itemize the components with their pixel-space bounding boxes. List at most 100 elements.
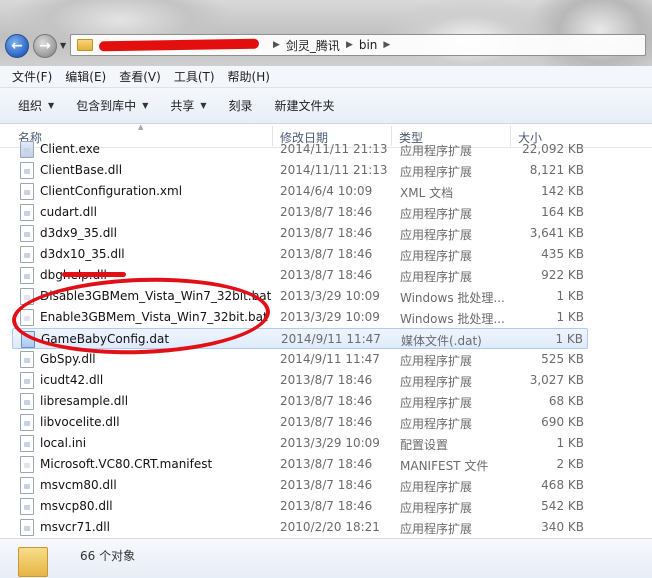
file-row[interactable]: GbSpy.dll 2014/9/11 11:47 应用程序扩展 525 KB xyxy=(12,349,588,370)
menu-help[interactable]: 帮助(H) xyxy=(228,68,270,85)
share-button[interactable]: 共享 ▼ xyxy=(170,97,206,114)
file-size: 525 KB xyxy=(541,352,584,366)
file-row[interactable]: d3dx10_35.dll 2013/8/7 18:46 应用程序扩展 435 … xyxy=(12,244,588,265)
file-size: 468 KB xyxy=(541,478,584,492)
menu-edit[interactable]: 编辑(E) xyxy=(65,68,106,85)
file-row[interactable]: local.ini 2013/3/29 10:09 配置设置 1 KB xyxy=(12,433,588,454)
file-size: 1 KB xyxy=(555,332,583,346)
file-name: Disable3GBMem_Vista_Win7_32bit.bat xyxy=(40,289,272,303)
file-row[interactable]: ClientConfiguration.xml 2014/6/4 10:09 X… xyxy=(12,181,588,202)
file-row[interactable]: Client.exe 2014/11/11 21:13 应用程序扩展 22,09… xyxy=(12,139,588,160)
red-scribble-mark xyxy=(62,272,126,277)
file-type: 应用程序扩展 xyxy=(400,522,473,536)
status-bar: 66 个对象 xyxy=(0,538,652,578)
file-type: Windows 批处理... xyxy=(400,291,505,305)
file-date: 2013/8/7 18:46 xyxy=(280,205,373,219)
file-size: 542 KB xyxy=(541,499,584,513)
file-row[interactable]: msvcp80.dll 2013/8/7 18:46 应用程序扩展 542 KB xyxy=(12,496,588,517)
new-folder-button[interactable]: 新建文件夹 xyxy=(275,97,335,114)
dll-file-icon xyxy=(20,477,34,494)
file-size: 435 KB xyxy=(541,247,584,261)
file-size: 8,121 KB xyxy=(529,163,584,177)
menu-bar: 文件(F) 编辑(E) 查看(V) 工具(T) 帮助(H) xyxy=(0,66,652,88)
file-date: 2014/9/11 11:47 xyxy=(281,332,381,346)
breadcrumb-item[interactable]: 剑灵_腾讯 xyxy=(286,37,340,54)
file-date: 2014/9/11 11:47 xyxy=(280,352,380,366)
file-size: 922 KB xyxy=(541,268,584,282)
breadcrumb-item[interactable]: bin xyxy=(359,38,378,52)
redacted-path xyxy=(98,38,260,52)
menu-file[interactable]: 文件(F) xyxy=(12,68,52,85)
include-in-library-button[interactable]: 包含到库中 ▼ xyxy=(76,97,148,114)
file-row[interactable]: msvcr71.dll 2010/2/20 18:21 应用程序扩展 340 K… xyxy=(12,517,588,538)
command-bar: 组织 ▼ 包含到库中 ▼ 共享 ▼ 刻录 新建文件夹 xyxy=(0,88,652,124)
recent-pages-dropdown-icon[interactable]: ▼ xyxy=(60,41,66,50)
file-date: 2013/3/29 10:09 xyxy=(280,289,380,303)
file-name: cudart.dll xyxy=(40,205,97,219)
back-button[interactable]: ← xyxy=(5,34,29,58)
file-date: 2013/3/29 10:09 xyxy=(280,436,380,450)
file-date: 2013/3/29 10:09 xyxy=(280,310,380,324)
media-file-icon xyxy=(21,331,35,348)
dll-file-icon xyxy=(20,246,34,263)
file-size: 690 KB xyxy=(541,415,584,429)
menu-tools[interactable]: 工具(T) xyxy=(174,68,215,85)
batch-file-icon xyxy=(20,288,34,305)
executable-file-icon xyxy=(20,141,34,158)
file-type: 配置设置 xyxy=(400,438,449,452)
file-name: GameBabyConfig.dat xyxy=(41,332,170,346)
chevron-down-icon: ▼ xyxy=(142,101,149,110)
new-folder-label: 新建文件夹 xyxy=(274,99,335,113)
menu-view[interactable]: 查看(V) xyxy=(119,68,161,85)
file-name: GbSpy.dll xyxy=(40,352,96,366)
dll-file-icon xyxy=(20,351,34,368)
file-date: 2010/2/20 18:21 xyxy=(280,520,380,534)
burn-button[interactable]: 刻录 xyxy=(229,97,253,114)
object-count: 66 个对象 xyxy=(80,549,136,563)
file-row[interactable]: icudt42.dll 2013/8/7 18:46 应用程序扩展 3,027 … xyxy=(12,370,588,391)
manifest-file-icon xyxy=(20,456,34,473)
breadcrumb-separator-icon[interactable]: ▶ xyxy=(346,40,353,50)
file-name: libresample.dll xyxy=(40,394,129,408)
file-size: 1 KB xyxy=(556,310,584,324)
file-type: XML 文档 xyxy=(400,186,454,200)
breadcrumb-separator-icon[interactable]: ▶ xyxy=(273,40,280,50)
file-name: icudt42.dll xyxy=(40,373,104,387)
file-type: 应用程序扩展 xyxy=(400,249,473,263)
file-row[interactable]: d3dx9_35.dll 2013/8/7 18:46 应用程序扩展 3,641… xyxy=(12,223,588,244)
breadcrumb-separator-icon[interactable]: ▶ xyxy=(383,40,390,50)
file-row[interactable]: Enable3GBMem_Vista_Win7_32bit.bat 2013/3… xyxy=(12,307,588,328)
file-size: 3,641 KB xyxy=(529,226,584,240)
file-row[interactable]: cudart.dll 2013/8/7 18:46 应用程序扩展 164 KB xyxy=(12,202,588,223)
file-row[interactable]: msvcm80.dll 2013/8/7 18:46 应用程序扩展 468 KB xyxy=(12,475,588,496)
dll-file-icon xyxy=(20,162,34,179)
file-type: 应用程序扩展 xyxy=(400,270,473,284)
file-size: 68 KB xyxy=(548,394,584,408)
file-type: 应用程序扩展 xyxy=(400,207,473,221)
file-name: Microsoft.VC80.CRT.manifest xyxy=(40,457,213,471)
file-row[interactable]: libresample.dll 2013/8/7 18:46 应用程序扩展 68… xyxy=(12,391,588,412)
file-row[interactable]: Disable3GBMem_Vista_Win7_32bit.bat 2013/… xyxy=(12,286,588,307)
chevron-down-icon: ▼ xyxy=(48,101,55,110)
file-size: 1 KB xyxy=(556,289,584,303)
file-row[interactable]: ClientBase.dll 2014/11/11 21:13 应用程序扩展 8… xyxy=(12,160,588,181)
file-type: 应用程序扩展 xyxy=(400,165,473,179)
file-date: 2013/8/7 18:46 xyxy=(280,373,373,387)
forward-button[interactable]: → xyxy=(33,34,57,58)
dll-file-icon xyxy=(20,393,34,410)
file-row[interactable]: libvocelite.dll 2013/8/7 18:46 应用程序扩展 69… xyxy=(12,412,588,433)
file-name: Client.exe xyxy=(40,142,100,156)
address-bar[interactable]: ▶ 剑灵_腾讯 ▶ bin ▶ xyxy=(70,34,646,56)
forward-arrow-icon: → xyxy=(39,38,51,54)
file-name: msvcr71.dll xyxy=(40,520,110,534)
organize-button[interactable]: 组织 ▼ xyxy=(18,97,54,114)
file-name: msvcp80.dll xyxy=(40,499,113,513)
dll-file-icon xyxy=(20,414,34,431)
file-row-selected[interactable]: GameBabyConfig.dat 2014/9/11 11:47 媒体文件(… xyxy=(12,328,588,349)
file-row[interactable]: Microsoft.VC80.CRT.manifest 2013/8/7 18:… xyxy=(12,454,588,475)
file-name: Enable3GBMem_Vista_Win7_32bit.bat xyxy=(40,310,268,324)
file-type: 应用程序扩展 xyxy=(400,417,473,431)
dll-file-icon xyxy=(20,204,34,221)
title-address-bar: ← → ▼ ▶ 剑灵_腾讯 ▶ bin ▶ xyxy=(0,0,652,66)
file-size: 3,027 KB xyxy=(529,373,584,387)
